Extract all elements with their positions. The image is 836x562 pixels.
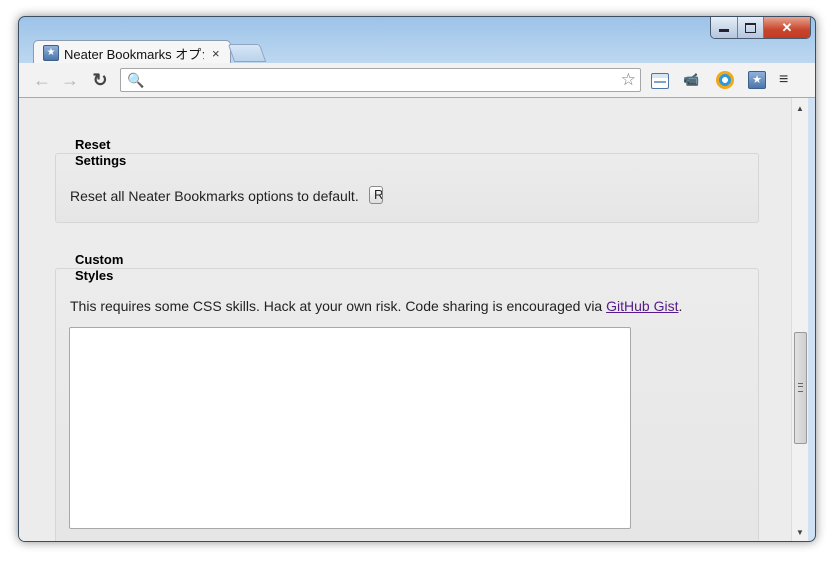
- forward-arrow-icon[interactable]: →: [59, 69, 81, 91]
- legend-line: Settings: [75, 153, 127, 168]
- maximize-button[interactable]: [738, 17, 764, 38]
- reset-button[interactable]: R: [369, 186, 383, 204]
- tab-neater-bookmarks-options[interactable]: ★ Neater Bookmarks オプション ×: [33, 40, 231, 65]
- scroll-down-icon[interactable]: ▼: [796, 528, 804, 537]
- window-extension-icon[interactable]: [651, 73, 669, 89]
- maximize-icon: [745, 22, 756, 33]
- github-gist-link[interactable]: GitHub Gist: [606, 298, 678, 314]
- minimize-button[interactable]: [711, 17, 738, 38]
- minimize-icon: [719, 29, 729, 32]
- gear-extension-icon[interactable]: [716, 71, 734, 89]
- options-page: Reset Settings Reset all Neater Bookmark…: [19, 98, 791, 541]
- camera-extension-icon[interactable]: 📹: [683, 72, 703, 92]
- bookmark-star-icon: ★: [43, 45, 59, 61]
- browser-window: ✕ ★ Neater Bookmarks オプション × ← → ↻ 🔍 ☆ 📹…: [18, 16, 816, 542]
- custom-css-textarea[interactable]: [69, 327, 631, 529]
- reset-settings-legend: Reset Settings: [75, 137, 145, 169]
- description-text: This requires some CSS skills. Hack at y…: [70, 298, 607, 314]
- legend-line: Reset: [75, 137, 111, 152]
- back-arrow-icon[interactable]: ←: [31, 69, 53, 91]
- grip-icon: [798, 383, 803, 392]
- description-end: .: [678, 298, 683, 314]
- custom-styles-legend: Custom Styles: [75, 252, 145, 284]
- neater-bookmarks-extension-icon[interactable]: ★: [748, 71, 766, 89]
- custom-styles-description: This requires some CSS skills. Hack at y…: [70, 298, 682, 314]
- new-tab-button[interactable]: [227, 44, 267, 62]
- close-window-button[interactable]: ✕: [764, 17, 810, 38]
- legend-line: Styles: [75, 268, 114, 283]
- menu-icon[interactable]: ≡: [779, 71, 799, 91]
- omnibox[interactable]: 🔍 ☆: [120, 68, 641, 92]
- vertical-scrollbar[interactable]: ▲ ▼: [791, 98, 808, 541]
- address-input[interactable]: [145, 71, 619, 91]
- window-caption-buttons: ✕: [710, 17, 811, 39]
- reset-description: Reset all Neater Bookmarks options to de…: [70, 188, 359, 204]
- close-icon: ✕: [781, 19, 793, 35]
- legend-line: Custom: [75, 252, 124, 267]
- reload-icon[interactable]: ↻: [89, 69, 111, 91]
- scroll-up-icon[interactable]: ▲: [796, 104, 804, 113]
- bookmark-star-icon[interactable]: ☆: [621, 70, 636, 90]
- scroll-thumb[interactable]: [794, 332, 807, 444]
- browser-toolbar: ← → ↻ 🔍 ☆ 📹 ★ ≡: [19, 63, 815, 98]
- tab-close-icon[interactable]: ×: [212, 46, 220, 61]
- search-icon: 🔍: [127, 72, 145, 88]
- tab-title: Neater Bookmarks オプション: [64, 46, 204, 62]
